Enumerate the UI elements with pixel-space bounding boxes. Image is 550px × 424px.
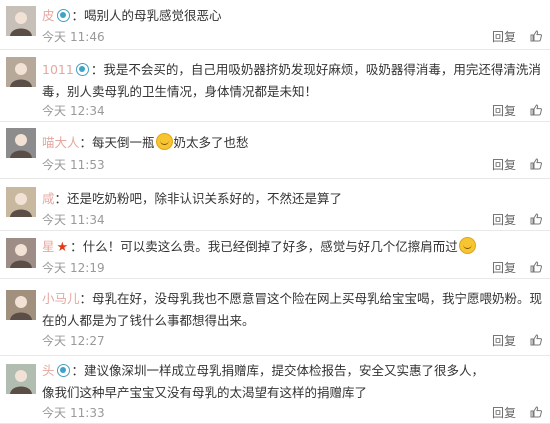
comment-date: 今天: [42, 104, 67, 118]
comment-time: 11:33: [70, 406, 105, 420]
comment-text: 母乳在好，没母乳我也不愿意冒这个险在网上买母乳给宝宝喝，我宁愿喂奶粉。现: [92, 291, 543, 306]
thumbs-up-icon[interactable]: [530, 213, 542, 225]
avatar[interactable]: [6, 290, 36, 320]
comment-item: 皮 ：喝别人的母乳感觉很恶心今天 11:46 回复: [0, 0, 550, 50]
laughing-emoji-icon: [155, 133, 173, 150]
avatar[interactable]: [6, 57, 36, 87]
star-badge-icon: ★: [56, 240, 69, 255]
comment-time: 11:34: [70, 213, 105, 227]
laughing-emoji-icon: [458, 237, 476, 254]
vip-badge-icon: [56, 364, 70, 377]
name-separator: ：: [71, 363, 85, 378]
reply-button[interactable]: 回复: [492, 213, 516, 227]
name-separator: ：: [90, 62, 104, 77]
avatar[interactable]: [6, 364, 36, 394]
name-separator: ：: [71, 8, 85, 23]
reply-button[interactable]: 回复: [492, 406, 516, 420]
username-link[interactable]: 头: [42, 363, 55, 378]
username-link[interactable]: 喵大人: [42, 135, 80, 150]
reply-button[interactable]: 回复: [492, 334, 516, 348]
comment-date: 今天: [42, 213, 67, 227]
username-link[interactable]: 星: [42, 239, 55, 254]
reply-button[interactable]: 回复: [492, 158, 516, 172]
comment-item: 1011 ：我是不会买的，自己用吸奶器挤奶发现好麻烦，吸奶器得消毒，用完还得清洗消…: [0, 50, 550, 122]
thumbs-up-icon[interactable]: [530, 30, 542, 42]
comment-text: 我是不会买的，自己用吸奶器挤奶发现好麻烦，吸奶器得消毒，用完还得清洗消: [103, 62, 541, 77]
comment-date: 今天: [42, 406, 67, 420]
name-separator: ：: [79, 291, 93, 306]
comment-date: 今天: [42, 30, 67, 44]
comment-date: 今天: [42, 261, 67, 275]
name-separator: ：: [54, 191, 68, 206]
comment-item: 喵大人：每天倒一瓶 奶太多了也愁今天 11:53 回复: [0, 122, 550, 179]
comment-item: 咸：还是吃奶粉吧，除非认识关系好的，不然还是算了 今天 11:34 回复: [0, 179, 550, 231]
comment-text: 什么！可以卖这么贵。我已经倒掉了好多，感觉与好几个亿擦肩而过: [82, 239, 458, 254]
name-separator: ：: [70, 239, 83, 254]
avatar[interactable]: [6, 187, 36, 217]
comment-text: 喝别人的母乳感觉很恶心: [84, 8, 222, 23]
avatar[interactable]: [6, 128, 36, 158]
vip-badge-icon: [56, 9, 70, 22]
reply-button[interactable]: 回复: [492, 30, 516, 44]
comment-item: 小马儿：母乳在好，没母乳我也不愿意冒这个险在网上买母乳给宝宝喝，我宁愿喂奶粉。现…: [0, 279, 550, 356]
comment-time: 11:46: [70, 30, 105, 44]
thumbs-up-icon[interactable]: [530, 104, 542, 116]
username-link[interactable]: 皮: [42, 8, 55, 23]
thumbs-up-icon[interactable]: [530, 158, 542, 170]
comment-text: 建议像深圳一样成立母乳捐赠库，提交体检报告，安全又实惠了很多人，: [84, 363, 485, 378]
comment-text-line2: 在的人都是为了钱什么事都想得出来。: [42, 313, 255, 328]
name-separator: ：: [79, 135, 93, 150]
comment-item: 头 ：建议像深圳一样成立母乳捐赠库，提交体检报告，安全又实惠了很多人， 像我们这种早…: [0, 356, 550, 424]
comment-text: 每天倒一瓶: [92, 135, 155, 150]
username-link[interactable]: 1011: [42, 62, 74, 77]
comment-time: 12:27: [70, 334, 105, 348]
comment-time: 12:19: [70, 261, 105, 275]
reply-button[interactable]: 回复: [492, 104, 516, 118]
thumbs-up-icon[interactable]: [530, 406, 542, 418]
comment-date: 今天: [42, 158, 67, 172]
comment-text-continued: 奶太多了也愁: [173, 135, 249, 150]
comment-item: 星 ★ ：什么！可以卖这么贵。我已经倒掉了好多，感觉与好几个亿擦肩而过今天 12:19…: [0, 231, 550, 279]
vip-badge-icon: [75, 63, 89, 76]
comment-text-line2: 像我们这种早产宝宝又没有母乳的太渴望有这样的捐赠库了: [42, 385, 368, 400]
username-link[interactable]: 小马儿: [42, 291, 80, 306]
reply-button[interactable]: 回复: [492, 261, 516, 275]
comment-text: 还是吃奶粉吧，除非认识关系好的，不然还是算了: [67, 191, 343, 206]
comment-time: 12:34: [70, 104, 105, 118]
avatar[interactable]: [6, 6, 36, 36]
comment-date: 今天: [42, 334, 67, 348]
avatar[interactable]: [6, 238, 36, 268]
username-link[interactable]: 咸: [42, 191, 55, 206]
comment-text-line2: 毒，别人卖母乳的卫生情况，身体情况都是未知！: [42, 84, 318, 99]
thumbs-up-icon[interactable]: [530, 261, 542, 273]
thumbs-up-icon[interactable]: [530, 334, 542, 346]
comment-time: 11:53: [70, 158, 105, 172]
